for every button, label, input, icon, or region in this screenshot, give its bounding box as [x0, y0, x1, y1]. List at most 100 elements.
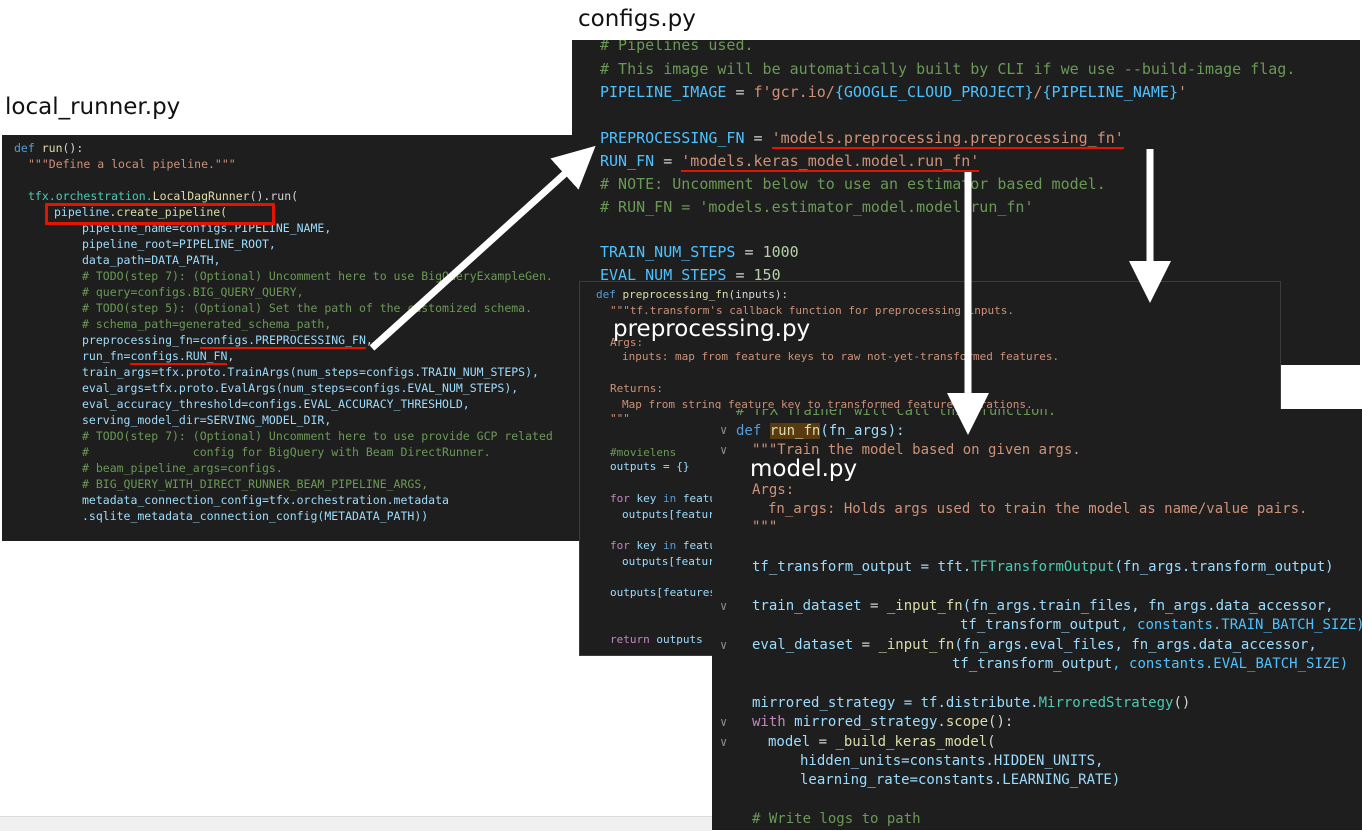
- create-pipeline-highlight-box: [45, 203, 275, 225]
- code-token: ': [1178, 83, 1188, 101]
- code-token: (fn_args.train_files, fn_args.data_acces…: [962, 598, 1334, 614]
- code-line: eval_accuracy_threshold=configs.EVAL_ACC…: [82, 397, 470, 411]
- run-fn-string: 'models.keras_model.model.run_fn': [681, 152, 980, 172]
- fold-chevron-icon[interactable]: ∨: [720, 443, 727, 457]
- train-num-steps-line: TRAIN_NUM_STEPS = 1000: [600, 243, 799, 261]
- code-comment: # query=configs.BIG_QUERY_QUERY,: [82, 285, 304, 299]
- fold-chevron-icon[interactable]: ∨: [720, 423, 727, 437]
- code-line: tf_transform_output, constants.EVAL_BATC…: [952, 656, 1348, 672]
- code-token: =: [853, 637, 879, 653]
- code-token: _build_keras_model: [835, 734, 988, 750]
- code-token: featu: [676, 492, 716, 505]
- code-token: mirrored_strategy: [752, 695, 896, 711]
- code-token: (fn_args):: [820, 423, 905, 439]
- code-token: LocalDagRunner: [152, 189, 250, 203]
- code-token: (): [1173, 695, 1191, 711]
- code-token: _input_fn: [878, 637, 955, 653]
- code-token: ,: [227, 349, 235, 363]
- configs-title: configs.py: [578, 6, 696, 32]
- code-token: ,: [365, 333, 373, 347]
- code-comment: # BIG_QUERY_WITH_DIRECT_RUNNER_BEAM_PIPE…: [82, 477, 429, 491]
- code-token: TRAIN_NUM_STEPS: [600, 243, 736, 261]
- code-punct: ():: [62, 141, 84, 155]
- code-token: /: [1033, 83, 1043, 101]
- code-line: tf_transform_output = tft.TFTransformOut…: [752, 559, 1334, 575]
- bottom-scrollbar[interactable]: [0, 816, 712, 831]
- code-line: return outputs: [610, 633, 703, 646]
- code-line: outputs[featur: [622, 508, 715, 521]
- code-comment: # Write logs to path: [752, 811, 921, 827]
- code-token: 1000: [762, 243, 799, 261]
- fold-chevron-icon[interactable]: ∨: [720, 715, 727, 729]
- code-line: .sqlite_metadata_connection_config(METAD…: [82, 509, 429, 523]
- keyword-def: def: [14, 141, 35, 155]
- run-fn-def-line: def run_fn(fn_args):: [736, 423, 905, 439]
- code-comment: # TODO(step 7): (Optional) Uncomment her…: [82, 269, 553, 283]
- code-token: outputs: [649, 633, 703, 646]
- code-token: =: [744, 129, 772, 147]
- code-token: PIPELINE_IMAGE: [600, 83, 727, 101]
- code-docstring: fn_args: Holds args used to train the mo…: [768, 501, 1308, 517]
- function-name: run: [41, 141, 63, 155]
- code-token: tf_transform_output: [752, 559, 913, 575]
- keyword-for: for: [610, 492, 630, 505]
- preprocessing-fn-config-line: PREPROCESSING_FN = 'models.preprocessing…: [600, 129, 1124, 149]
- function-name: preprocessing_fn: [622, 288, 729, 301]
- code-token: preprocessing_fn=: [82, 333, 200, 347]
- code-line: eval_dataset = _input_fn(fn_args.eval_fi…: [752, 637, 1317, 653]
- fold-chevron-icon[interactable]: ∨: [720, 599, 727, 613]
- code-comment: # config for BigQuery with Beam DirectRu…: [82, 445, 491, 459]
- code-comment: # beam_pipeline_args=configs.: [82, 461, 283, 475]
- code-token: (fn_args.transform_output): [1114, 559, 1334, 575]
- code-token: , constants.EVAL_BATCH_SIZE): [1112, 656, 1349, 672]
- code-comment: # schema_path=generated_schema_path,: [82, 317, 332, 331]
- code-token: mirrored_strategy.: [785, 714, 946, 730]
- code-line: def preprocessing_fn(inputs):: [596, 288, 788, 301]
- code-token: =: [861, 598, 887, 614]
- code-token: ():: [988, 714, 1014, 730]
- keyword-def: def: [596, 288, 616, 301]
- run-fn-config-line: RUN_FN = 'models.keras_model.model.run_f…: [600, 152, 980, 172]
- code-token: {PIPELINE_NAME}: [1042, 83, 1178, 101]
- fold-chevron-icon[interactable]: ∨: [720, 735, 727, 749]
- model-title: model.py: [750, 456, 858, 482]
- code-docstring: inputs: map from feature keys to raw not…: [622, 350, 1060, 363]
- code-token: MirroredStrategy: [1038, 695, 1174, 711]
- code-token: run_fn=: [82, 349, 131, 363]
- code-token: train_dataset: [752, 598, 862, 614]
- code-line: outputs[featur: [622, 555, 715, 568]
- code-line: metadata_connection_config=tfx.orchestra…: [82, 493, 449, 507]
- code-line: model = _build_keras_model(: [768, 734, 996, 750]
- code-token: eval_dataset: [752, 637, 854, 653]
- code-line: def run():: [14, 141, 83, 155]
- keyword-in: in: [663, 539, 677, 552]
- code-docstring: """: [752, 519, 778, 535]
- code-line: hidden_units=constants.HIDDEN_UNITS,: [800, 753, 1104, 769]
- code-token: (inputs):: [728, 288, 789, 301]
- code-comment: # TFX Trainer will call this function.: [736, 409, 1057, 419]
- code-docstring: Args:: [752, 482, 795, 498]
- code-token: f'gcr.io/: [753, 83, 835, 101]
- fold-chevron-icon[interactable]: ∨: [720, 638, 727, 652]
- code-line: with mirrored_strategy.scope():: [752, 714, 1013, 730]
- local-runner-title: local_runner.py: [5, 94, 181, 120]
- code-token: tf_transform_output: [952, 656, 1113, 672]
- code-comment: # TODO(step 7): (Optional) Uncomment her…: [82, 429, 553, 443]
- code-line: for key in featu: [610, 492, 716, 505]
- code-comment: # RUN_FN = 'models.estimator_model.model…: [600, 198, 1034, 216]
- code-line: eval_args=tfx.proto.EvalArgs(num_steps=c…: [82, 381, 519, 395]
- code-comment: # NOTE: Uncomment below to use an estima…: [600, 175, 1106, 193]
- keyword-with: with: [752, 714, 786, 730]
- code-token: (fn_args.eval_files, fn_args.data_access…: [954, 637, 1317, 653]
- code-token: = tf.distribute.: [895, 695, 1039, 711]
- code-token: (: [987, 734, 996, 750]
- configs-preprocessing-fn-ref: configs.PREPROCESSING_FN: [199, 333, 366, 349]
- code-token: , constants.TRAIN_BATCH_SIZE): [1120, 617, 1362, 633]
- code-token: =: [735, 243, 763, 261]
- code-line: outputs = {}: [610, 460, 690, 473]
- run-fn-name: run_fn: [769, 423, 821, 439]
- code-line: for key in featu: [610, 539, 716, 552]
- code-line: tfx.orchestration.LocalDagRunner().run(: [28, 189, 298, 203]
- code-token: scope: [945, 714, 989, 730]
- code-line: serving_model_dir=SERVING_MODEL_DIR,: [82, 413, 332, 427]
